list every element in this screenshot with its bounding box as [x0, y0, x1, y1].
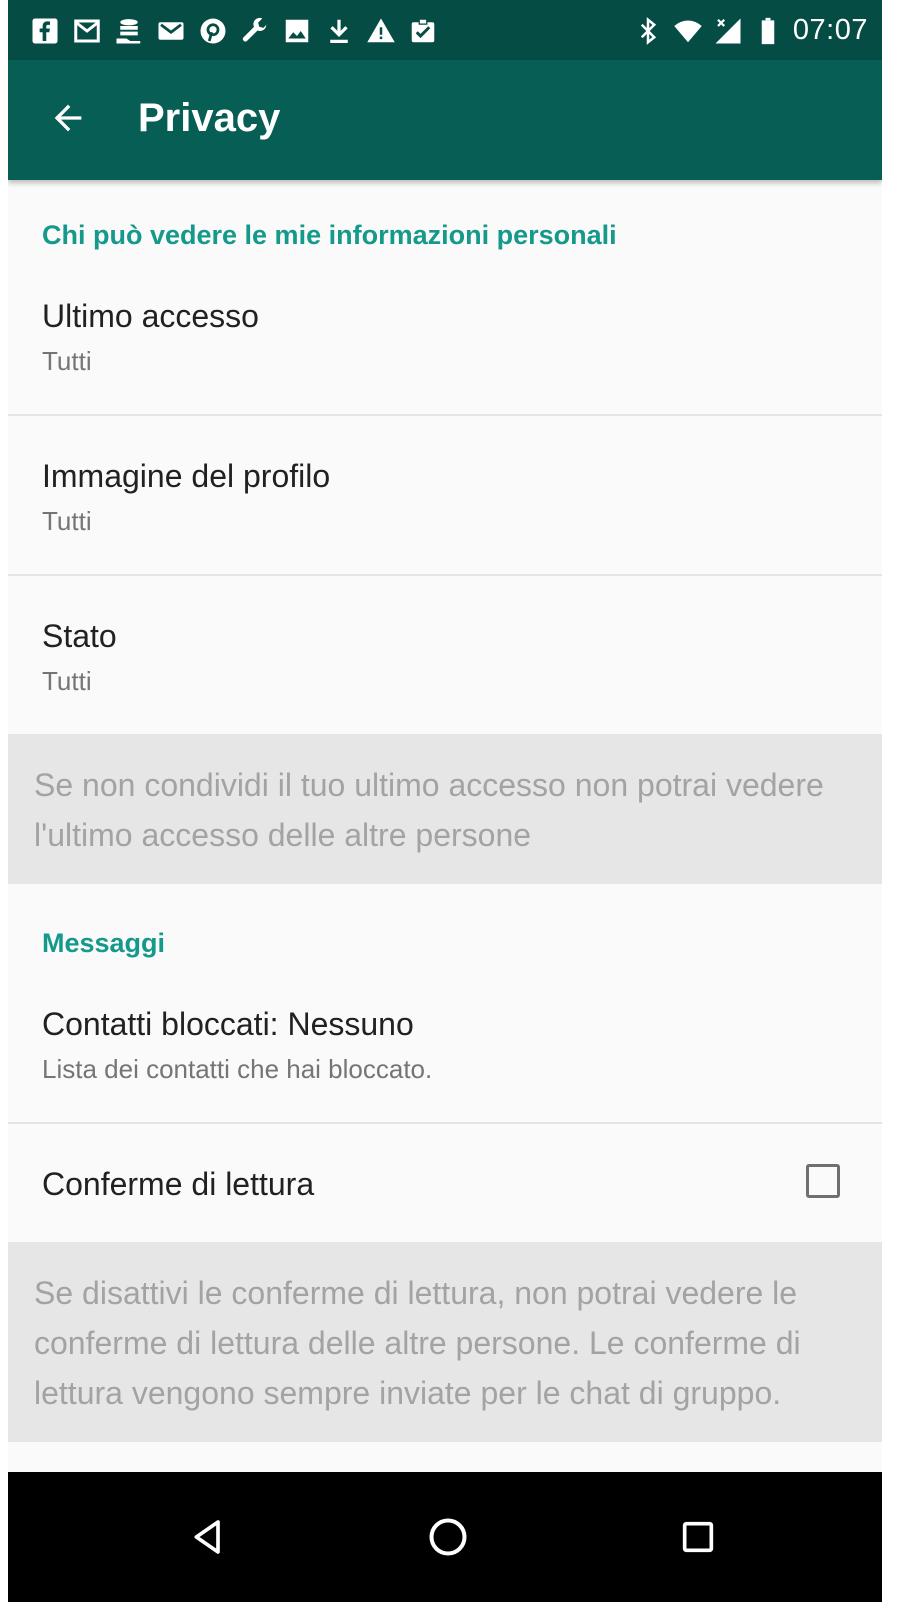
system-nav-bar: [8, 1472, 882, 1602]
setting-blocked-contacts[interactable]: Contatti bloccati: Nessuno Lista dei con…: [8, 980, 882, 1122]
cell-signal-icon: [713, 16, 743, 46]
section-header-messages: Messaggi: [42, 928, 166, 958]
page-title: Privacy: [138, 96, 281, 140]
clock: 07:07: [792, 14, 868, 46]
setting-value: Tutti: [42, 346, 92, 376]
setting-last-seen[interactable]: Ultimo accesso Tutti: [8, 272, 882, 414]
nav-back-button[interactable]: [178, 1507, 238, 1567]
wrench-icon: [240, 16, 270, 46]
recents-square-icon: [682, 1521, 714, 1553]
setting-title: Contatti bloccati: Nessuno: [42, 1006, 414, 1042]
coins-icon: [114, 16, 144, 46]
warning-icon: [366, 16, 396, 46]
app-toolbar: Privacy: [8, 60, 882, 180]
download-icon: [324, 16, 354, 46]
back-triangle-icon: [194, 1520, 220, 1554]
notification-icons: [30, 16, 438, 46]
setting-profile-photo[interactable]: Immagine del profilo Tutti: [8, 416, 882, 574]
home-circle-icon: [429, 1518, 467, 1556]
image-icon: [282, 16, 312, 46]
facebook-icon: [30, 16, 60, 46]
battery-icon: [753, 16, 783, 46]
arrow-left-icon: [48, 98, 88, 143]
wifi-icon: [673, 16, 703, 46]
last-seen-info-note: Se non condividi il tuo ultimo accesso n…: [8, 734, 882, 884]
nav-home-button[interactable]: [418, 1507, 478, 1567]
setting-description: Lista dei contatti che hai bloccato.: [42, 1054, 433, 1084]
setting-value: Tutti: [42, 506, 92, 536]
mail-icon: [156, 16, 186, 46]
setting-status[interactable]: Stato Tutti: [8, 576, 882, 734]
setting-value: Tutti: [42, 666, 92, 696]
status-bar: 07:07: [8, 0, 882, 60]
setting-title: Conferme di lettura: [42, 1166, 315, 1202]
bluetooth-icon: [633, 16, 663, 46]
setting-read-receipts[interactable]: Conferme di lettura: [8, 1124, 882, 1242]
note-text: Se non condividi il tuo ultimo accesso n…: [34, 767, 824, 853]
app-frame: 07:07 Privacy Chi può vedere le mie info…: [8, 0, 882, 1602]
nav-recents-button[interactable]: [668, 1507, 728, 1567]
read-receipts-checkbox[interactable]: [806, 1164, 840, 1198]
system-indicators: 07:07: [633, 14, 868, 47]
setting-title: Ultimo accesso: [42, 298, 259, 334]
clipboard-check-icon: [408, 16, 438, 46]
back-button[interactable]: [38, 90, 98, 150]
note-text: Se disattivi le conferme di lettura, non…: [34, 1275, 801, 1411]
pinterest-icon: [198, 16, 228, 46]
read-receipts-info-note: Se disattivi le conferme di lettura, non…: [8, 1242, 882, 1442]
section-header-personal-info: Chi può vedere le mie informazioni perso…: [42, 220, 617, 250]
setting-title: Stato: [42, 618, 117, 654]
email-icon: [72, 16, 102, 46]
setting-title: Immagine del profilo: [42, 458, 331, 494]
